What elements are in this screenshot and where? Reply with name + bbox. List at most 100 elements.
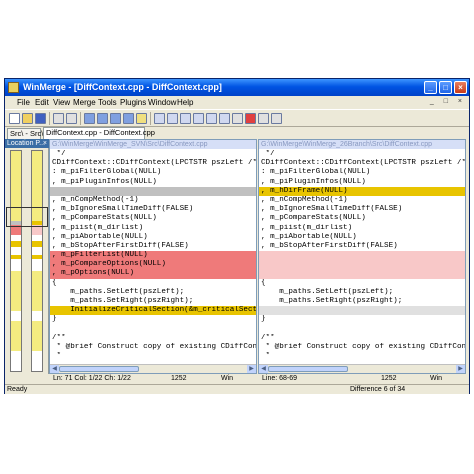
mdi-child-controls[interactable]: _ □ × bbox=[430, 98, 466, 105]
code-line[interactable]: CDiffContext::CDiffContext(LPCTSTR pszLe… bbox=[259, 159, 465, 168]
copy-right-icon[interactable] bbox=[154, 113, 165, 124]
copy-right-advance-icon[interactable] bbox=[180, 113, 191, 124]
first-diff-icon[interactable] bbox=[84, 113, 95, 124]
menu-tools[interactable]: Tools bbox=[98, 98, 117, 107]
code-line[interactable]: , m_piPluginInfos(NULL) bbox=[259, 178, 465, 187]
prev-diff-icon[interactable] bbox=[97, 113, 108, 124]
scroll-left-icon[interactable]: ◀ bbox=[50, 365, 59, 373]
copy-left-advance-icon[interactable] bbox=[193, 113, 204, 124]
scroll-left-icon[interactable]: ◀ bbox=[259, 365, 268, 373]
code-line[interactable]: m_paths.SetRight(pszRight); bbox=[259, 297, 465, 306]
code-line[interactable]: */ bbox=[259, 150, 465, 159]
code-line[interactable]: CDiffContext::CDiffContext(LPCTSTR pszLe… bbox=[50, 159, 256, 168]
code-line[interactable]: * @brief Construct copy of existing CDif… bbox=[259, 343, 465, 352]
undo-icon[interactable] bbox=[53, 113, 64, 124]
code-line[interactable]: * bbox=[50, 352, 256, 361]
code-line[interactable]: , m_hDirFrame(NULL) bbox=[259, 186, 465, 196]
code-line[interactable]: , m_piist(m_dirlist) bbox=[259, 224, 465, 233]
code-line[interactable]: , m_piist(m_dirlist) bbox=[50, 224, 256, 233]
menu-edit[interactable]: Edit bbox=[35, 98, 49, 107]
options-icon[interactable] bbox=[245, 113, 256, 124]
location-viewport-marker[interactable] bbox=[6, 207, 48, 227]
location-pane[interactable]: Location P... × bbox=[5, 139, 49, 374]
copy-all-right-icon[interactable] bbox=[206, 113, 217, 124]
code-line[interactable]: , m_bIgnoreSmallTimeDiff(FALSE) bbox=[50, 205, 256, 214]
menu-plugins[interactable]: Plugins bbox=[120, 98, 146, 107]
current-diff-icon[interactable] bbox=[136, 113, 147, 124]
location-bar-left[interactable] bbox=[10, 150, 22, 372]
location-bar-right[interactable] bbox=[31, 150, 43, 372]
right-diff-pane[interactable]: G:\WinMerge\WinMerge_26Branch\Src\DiffCo… bbox=[258, 139, 466, 374]
right-horizontal-scrollbar[interactable]: ◀ ▶ bbox=[259, 364, 465, 373]
code-line[interactable]: InitializeCriticalSection(&m_criticalSec… bbox=[50, 306, 256, 316]
code-line[interactable]: , m_bStopAfterFirstDiff(FALSE) bbox=[259, 242, 465, 251]
redo-icon[interactable] bbox=[66, 113, 77, 124]
code-line[interactable]: */ bbox=[50, 150, 256, 159]
code-line[interactable]: , m_pFilterList(NULL) bbox=[50, 251, 256, 261]
menu-file[interactable]: File bbox=[17, 98, 30, 107]
copy-all-left-icon[interactable] bbox=[219, 113, 230, 124]
code-line[interactable]: , m_piAbortable(NULL) bbox=[259, 233, 465, 242]
code-line[interactable]: : m_piFilterGlobal(NULL) bbox=[50, 168, 256, 177]
tab-folder-compare[interactable]: Src\ - Src\ bbox=[7, 128, 43, 139]
code-line[interactable] bbox=[50, 325, 256, 334]
code-line[interactable]: * @brief Construct copy of existing CDif… bbox=[50, 343, 256, 352]
code-line[interactable]: { bbox=[50, 279, 256, 288]
code-line[interactable]: , m_pCompareOptions(NULL) bbox=[50, 260, 256, 270]
code-line[interactable]: { bbox=[259, 279, 465, 288]
code-line[interactable]: , m_pOptions(NULL) bbox=[50, 269, 256, 279]
code-line[interactable]: m_paths.SetRight(pszRight); bbox=[50, 297, 256, 306]
open-icon[interactable] bbox=[22, 113, 33, 124]
close-button[interactable]: × bbox=[454, 81, 467, 94]
code-line[interactable]: m_paths.SetLeft(pszLeft); bbox=[259, 288, 465, 297]
minimize-button[interactable]: _ bbox=[424, 81, 437, 94]
right-codepage: 1252 bbox=[381, 375, 397, 382]
right-code-view[interactable]: */CDiffContext::CDiffContext(LPCTSTR psz… bbox=[259, 150, 465, 361]
code-line[interactable]: , m_pCompareStats(NULL) bbox=[50, 214, 256, 223]
code-line[interactable]: , m_nCompMethod(-1) bbox=[50, 196, 256, 205]
left-horizontal-scrollbar[interactable]: ◀ ▶ bbox=[50, 364, 256, 373]
document-tabs: Src\ - Src\ DiffContext.cpp - DiffContex… bbox=[5, 127, 469, 139]
menu-help[interactable]: Help bbox=[177, 98, 193, 107]
code-line[interactable]: } bbox=[259, 315, 465, 324]
title-bar[interactable]: WinMerge - [DiffContext.cpp - DiffContex… bbox=[5, 79, 469, 96]
tab-file-compare[interactable]: DiffContext.cpp - DiffContext.cpp bbox=[43, 127, 155, 139]
new-icon[interactable] bbox=[9, 113, 20, 124]
maximize-button[interactable]: □ bbox=[439, 81, 452, 94]
code-line[interactable] bbox=[50, 186, 256, 196]
code-line[interactable]: /** bbox=[259, 334, 465, 343]
menu-view[interactable]: View bbox=[53, 98, 70, 107]
code-line[interactable]: } bbox=[50, 315, 256, 324]
menu-merge[interactable]: Merge bbox=[73, 98, 96, 107]
code-line[interactable] bbox=[259, 251, 465, 261]
refresh-icon[interactable] bbox=[232, 113, 243, 124]
code-line[interactable]: m_paths.SetLeft(pszLeft); bbox=[50, 288, 256, 297]
last-diff-icon[interactable] bbox=[123, 113, 134, 124]
code-line[interactable]: , m_pCompareStats(NULL) bbox=[259, 214, 465, 223]
scroll-right-icon[interactable]: ▶ bbox=[247, 365, 256, 373]
scroll-thumb[interactable] bbox=[59, 366, 139, 372]
code-line[interactable] bbox=[259, 260, 465, 270]
code-line[interactable]: , m_nCompMethod(-1) bbox=[259, 196, 465, 205]
code-line[interactable]: /** bbox=[50, 334, 256, 343]
code-line[interactable]: , m_piPluginInfos(NULL) bbox=[50, 178, 256, 187]
code-line[interactable]: , m_bIgnoreSmallTimeDiff(FALSE) bbox=[259, 205, 465, 214]
code-line[interactable] bbox=[259, 325, 465, 334]
next-diff-icon[interactable] bbox=[110, 113, 121, 124]
code-line[interactable] bbox=[259, 306, 465, 316]
code-line[interactable]: , m_piAbortable(NULL) bbox=[50, 233, 256, 242]
scroll-thumb[interactable] bbox=[268, 366, 348, 372]
code-line[interactable] bbox=[259, 269, 465, 279]
right-only-icon[interactable] bbox=[271, 113, 282, 124]
save-icon[interactable] bbox=[35, 113, 46, 124]
code-line[interactable]: : m_piFilterGlobal(NULL) bbox=[259, 168, 465, 177]
left-diff-pane[interactable]: G:\WinMerge\WinMerge_SVN\Src\DiffContext… bbox=[49, 139, 257, 374]
menu-window[interactable]: Window bbox=[148, 98, 176, 107]
code-line[interactable]: * bbox=[259, 352, 465, 361]
close-icon[interactable]: × bbox=[43, 139, 47, 148]
left-code-view[interactable]: */CDiffContext::CDiffContext(LPCTSTR psz… bbox=[50, 150, 256, 361]
copy-left-icon[interactable] bbox=[167, 113, 178, 124]
code-line[interactable]: , m_bStopAfterFirstDiff(FALSE) bbox=[50, 242, 256, 251]
left-only-icon[interactable] bbox=[258, 113, 269, 124]
scroll-right-icon[interactable]: ▶ bbox=[456, 365, 465, 373]
